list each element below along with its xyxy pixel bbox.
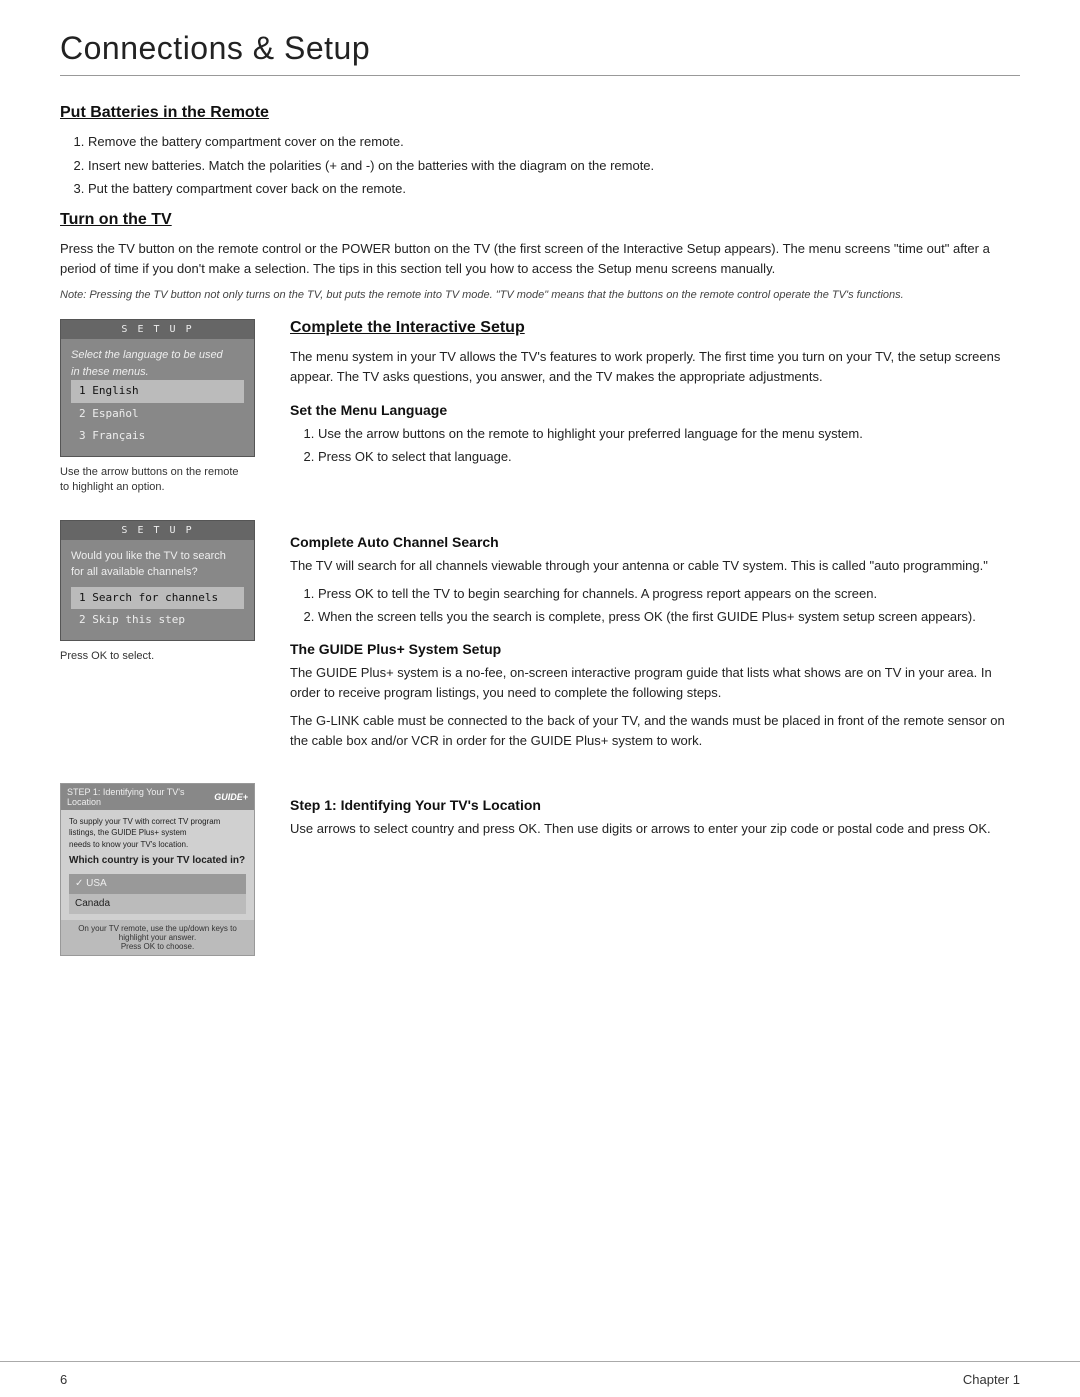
auto-channel-list: Press OK to tell the TV to begin searchi… [318, 584, 1020, 627]
auto-channel-step-2: When the screen tells you the search is … [318, 607, 1020, 627]
guide-screen-col: STEP 1: Identifying Your TV's Location G… [60, 783, 260, 964]
turn-on-note: Note: Pressing the TV button not only tu… [60, 287, 1020, 304]
step1-heading: Step 1: Identifying Your TV's Location [290, 797, 1020, 813]
batteries-step-2: Insert new batteries. Match the polariti… [88, 156, 1020, 176]
auto-menu-item-2: 2 Skip this step [71, 609, 244, 632]
auto-channel-body1: The TV will search for all channels view… [290, 556, 1020, 576]
guide-step-label: STEP 1: Identifying Your TV's Location [67, 787, 214, 807]
guide-supply-text: To supply your TV with correct TV progra… [69, 816, 246, 850]
setup-screen-2-caption: Press OK to select. [60, 649, 260, 664]
title-rule [60, 75, 1020, 76]
auto-channel-heading: Complete Auto Channel Search [290, 534, 1020, 550]
set-menu-language-list: Use the arrow buttons on the remote to h… [318, 424, 1020, 467]
guide-plus-body2: The G-LINK cable must be connected to th… [290, 711, 1020, 751]
guide-screen-row: STEP 1: Identifying Your TV's Location G… [60, 783, 1020, 964]
page-footer: 6 Chapter 1 [0, 1361, 1080, 1397]
set-menu-step-2: Press OK to select that language. [318, 447, 1020, 467]
step1-body: Use arrows to select country and press O… [290, 819, 1020, 839]
setup-screen-2: S E T U P Would you like the TV to searc… [60, 520, 255, 641]
turn-on-body: Press the TV button on the remote contro… [60, 239, 1020, 279]
setup-screen-1: S E T U P Select the language to be used… [60, 319, 255, 457]
batteries-list: Remove the battery compartment cover on … [88, 132, 1020, 199]
guide-option-1: ✓ USA [69, 874, 246, 894]
setup-screen-2-text: Would you like the TV to searchfor all a… [71, 548, 244, 581]
auto-channel-right-col: Complete Auto Channel Search The TV will… [290, 520, 1020, 760]
batteries-step-3: Put the battery compartment cover back o… [88, 179, 1020, 199]
setup-screen-1-text: Select the language to be usedin these m… [71, 347, 244, 380]
auto-channel-row: S E T U P Would you like the TV to searc… [60, 520, 1020, 760]
guide-plus-heading: The GUIDE Plus+ System Setup [290, 641, 1020, 657]
setup-screen-2-col: S E T U P Would you like the TV to searc… [60, 520, 260, 664]
setup-menu-item-1: 1 English [71, 380, 244, 403]
guide-footer: On your TV remote, use the up/down keys … [61, 920, 254, 955]
batteries-step-1: Remove the battery compartment cover on … [88, 132, 1020, 152]
setup-menu-item-2: 2 Español [71, 403, 244, 426]
set-menu-step-1: Use the arrow buttons on the remote to h… [318, 424, 1020, 444]
guide-screen-header: STEP 1: Identifying Your TV's Location G… [61, 784, 254, 810]
guide-option-2: Canada [69, 894, 246, 914]
batteries-section: Put Batteries in the Remote Remove the b… [60, 104, 1020, 199]
setup-screen-1-col: S E T U P Select the language to be used… [60, 319, 260, 495]
batteries-heading: Put Batteries in the Remote [60, 104, 1020, 122]
auto-menu-item-1: 1 Search for channels [71, 587, 244, 610]
auto-channel-step-1: Press OK to tell the TV to begin searchi… [318, 584, 1020, 604]
set-menu-language-heading: Set the Menu Language [290, 402, 1020, 418]
guide-question: Which country is your TV located in? [69, 854, 246, 868]
setup-screen-2-body: Would you like the TV to searchfor all a… [61, 540, 254, 640]
step1-right-col: Step 1: Identifying Your TV's Location U… [290, 783, 1020, 847]
setup-screen-1-title: S E T U P [61, 320, 254, 339]
footer-chapter: Chapter 1 [963, 1372, 1020, 1387]
guide-screen: STEP 1: Identifying Your TV's Location G… [60, 783, 255, 956]
interactive-setup-body: The menu system in your TV allows the TV… [290, 347, 1020, 387]
guide-screen-body: To supply your TV with correct TV progra… [61, 810, 254, 920]
footer-page-number: 6 [60, 1372, 67, 1387]
setup-screen-1-caption: Use the arrow buttons on the remoteto hi… [60, 465, 260, 496]
interactive-setup-top-row: S E T U P Select the language to be used… [60, 319, 1020, 495]
setup-menu-item-3: 3 Français [71, 425, 244, 448]
turn-on-heading: Turn on the TV [60, 211, 1020, 229]
interactive-setup-right-col: Complete the Interactive Setup The menu … [290, 319, 1020, 478]
interactive-setup-heading: Complete the Interactive Setup [290, 319, 1020, 337]
interactive-setup-section: S E T U P Select the language to be used… [60, 319, 1020, 964]
setup-screen-2-title: S E T U P [61, 521, 254, 540]
guide-plus-body1: The GUIDE Plus+ system is a no-fee, on-s… [290, 663, 1020, 703]
turn-on-section: Turn on the TV Press the TV button on th… [60, 211, 1020, 304]
page-title: Connections & Setup [60, 30, 1020, 67]
guide-logo: GUIDE+ [214, 792, 248, 802]
page-wrapper: Connections & Setup Put Batteries in the… [0, 0, 1080, 1350]
setup-screen-1-body: Select the language to be usedin these m… [61, 339, 254, 456]
